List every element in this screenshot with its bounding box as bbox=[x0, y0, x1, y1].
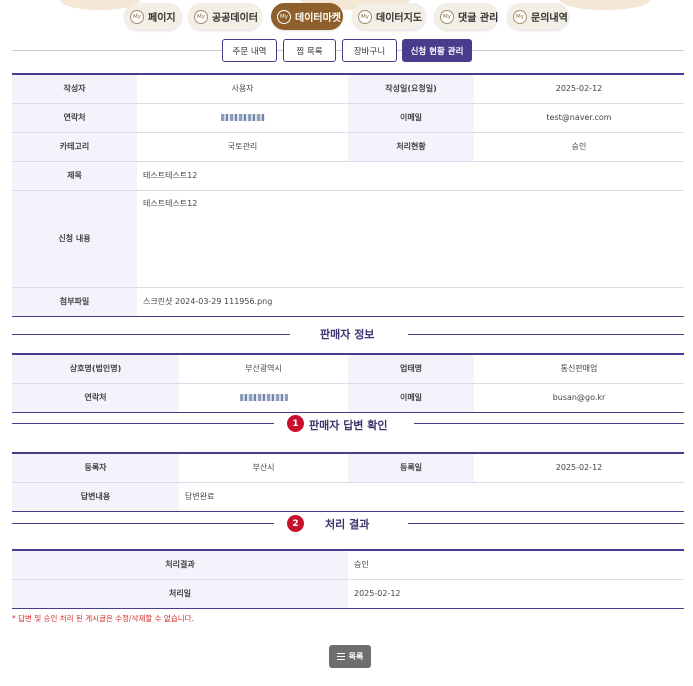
content-label: 신청 내용 bbox=[12, 190, 137, 288]
subtab-cart[interactable]: 장바구니 bbox=[342, 39, 397, 62]
step-badge-1: 1 bbox=[287, 415, 304, 432]
seller-info-heading: 판매자 정보 bbox=[12, 324, 684, 344]
table-row: 등록자 부산시 등록일 2025-02-12 bbox=[12, 452, 684, 483]
nav-tab-public-data[interactable]: My 공공데이터 bbox=[188, 3, 262, 30]
seller-reply-table: 등록자 부산시 등록일 2025-02-12 답변내용 답변완료 bbox=[12, 452, 684, 512]
company-label: 상호명(법인명) bbox=[12, 353, 179, 384]
category-label: 카테고리 bbox=[12, 132, 137, 162]
content-value: 테스트테스트12 bbox=[137, 190, 684, 288]
nav-tab-inquiries[interactable]: My 문의내역 bbox=[507, 3, 569, 30]
business-type-label: 업태명 bbox=[348, 353, 474, 384]
category-value: 국토관리 bbox=[137, 132, 348, 162]
processed-date-label: 처리일 bbox=[12, 579, 348, 609]
mypage-main-nav: My 페이지 My 공공데이터 My 데이터마켓 My 데이터지도 My 댓글 … bbox=[0, 3, 693, 30]
nav-tab-label: 데이터지도 bbox=[376, 13, 422, 24]
table-row: 처리일 2025-02-12 bbox=[12, 579, 684, 609]
my-icon: My bbox=[513, 9, 527, 24]
list-button[interactable]: 목록 bbox=[329, 645, 371, 668]
table-row: 카테고리 국토관리 처리현황 승인 bbox=[12, 132, 684, 162]
subject-value: 테스트테스트12 bbox=[137, 161, 684, 191]
reply-content-label: 답변내용 bbox=[12, 482, 179, 512]
step-badge-2: 2 bbox=[287, 515, 304, 532]
registrant-label: 등록자 bbox=[12, 452, 179, 483]
process-result-table: 처리결과 승인 처리일 2025-02-12 bbox=[12, 549, 684, 609]
seller-email-value: busan@go.kr bbox=[474, 383, 684, 413]
contact-value-redacted bbox=[137, 103, 348, 133]
table-row: 신청 내용 테스트테스트12 bbox=[12, 190, 684, 288]
result-value: 승인 bbox=[348, 549, 684, 580]
seller-info-table: 상호명(법인명) 부산광역시 업태명 통신판매업 연락처 이메일 busan@g… bbox=[12, 353, 684, 413]
request-date-label: 작성일(요청일) bbox=[348, 73, 474, 104]
company-value: 부산광역시 bbox=[179, 353, 348, 384]
registrant-value: 부산시 bbox=[179, 452, 348, 483]
edit-restriction-notice: * 답변 및 승인 처리 된 게시글은 수정/삭제할 수 없습니다. bbox=[12, 614, 194, 623]
my-icon: My bbox=[440, 9, 454, 24]
attachment-link[interactable]: 스크린샷 2024-03-29 111956.png bbox=[137, 287, 684, 317]
table-row: 처리결과 승인 bbox=[12, 549, 684, 580]
nav-tab-comments[interactable]: My 댓글 관리 bbox=[434, 3, 498, 30]
my-icon: My bbox=[358, 9, 372, 24]
status-label: 처리현황 bbox=[348, 132, 474, 162]
table-row: 상호명(법인명) 부산광역시 업태명 통신판매업 bbox=[12, 353, 684, 384]
request-date-value: 2025-02-12 bbox=[474, 73, 684, 104]
subtab-request-status[interactable]: 신청 현황 관리 bbox=[402, 39, 472, 62]
subtab-wishlist[interactable]: 찜 목록 bbox=[283, 39, 336, 62]
seller-contact-value-redacted bbox=[179, 383, 348, 413]
status-value: 승인 bbox=[474, 132, 684, 162]
redacted-phone bbox=[220, 114, 265, 121]
subtab-bar: 주문 내역 찜 목록 장바구니 신청 현황 관리 bbox=[0, 39, 693, 63]
email-label: 이메일 bbox=[348, 103, 474, 133]
request-detail-table: 작성자 사용자 작성일(요청일) 2025-02-12 연락처 이메일 test… bbox=[12, 73, 684, 317]
process-result-heading: 2 처리 결과 bbox=[12, 513, 684, 533]
seller-contact-label: 연락처 bbox=[12, 383, 179, 413]
nav-tab-label: 페이지 bbox=[148, 13, 176, 24]
table-row: 첨부파일 스크린샷 2024-03-29 111956.png bbox=[12, 287, 684, 317]
nav-tab-mypage[interactable]: My 페이지 bbox=[124, 3, 182, 30]
nav-tab-label: 문의내역 bbox=[531, 13, 568, 24]
table-row: 연락처 이메일 test@naver.com bbox=[12, 103, 684, 133]
my-icon: My bbox=[194, 9, 208, 24]
contact-label: 연락처 bbox=[12, 103, 137, 133]
section-title: 판매자 답변 확인 bbox=[309, 419, 388, 432]
subtab-order-history[interactable]: 주문 내역 bbox=[222, 39, 277, 62]
seller-reply-heading: 1 판매자 답변 확인 bbox=[12, 413, 684, 433]
table-row: 연락처 이메일 busan@go.kr bbox=[12, 383, 684, 413]
nav-tab-label: 댓글 관리 bbox=[458, 13, 499, 24]
email-value: test@naver.com bbox=[474, 103, 684, 133]
table-row: 제목 테스트테스트12 bbox=[12, 161, 684, 191]
subject-label: 제목 bbox=[12, 161, 137, 191]
result-label: 처리결과 bbox=[12, 549, 348, 580]
list-button-label: 목록 bbox=[348, 652, 364, 661]
my-icon: My bbox=[277, 9, 291, 24]
my-icon: My bbox=[130, 9, 144, 24]
menu-icon bbox=[336, 653, 345, 660]
registered-date-label: 등록일 bbox=[348, 452, 474, 483]
registered-date-value: 2025-02-12 bbox=[474, 452, 684, 483]
business-type-value: 통신판매업 bbox=[474, 353, 684, 384]
section-title: 처리 결과 bbox=[325, 518, 370, 531]
nav-tab-data-market[interactable]: My 데이터마켓 bbox=[271, 3, 343, 30]
table-row: 작성자 사용자 작성일(요청일) 2025-02-12 bbox=[12, 73, 684, 104]
redacted-phone bbox=[239, 394, 288, 401]
reply-content-value: 답변완료 bbox=[179, 482, 684, 512]
nav-tab-label: 공공데이터 bbox=[212, 13, 258, 24]
processed-date-value: 2025-02-12 bbox=[348, 579, 684, 609]
author-label: 작성자 bbox=[12, 73, 137, 104]
nav-tab-label: 데이터마켓 bbox=[295, 13, 341, 24]
nav-tab-data-map[interactable]: My 데이터지도 bbox=[352, 3, 426, 30]
seller-email-label: 이메일 bbox=[348, 383, 474, 413]
section-title: 판매자 정보 bbox=[320, 328, 375, 341]
author-value: 사용자 bbox=[137, 73, 348, 104]
table-row: 답변내용 답변완료 bbox=[12, 482, 684, 512]
attachment-label: 첨부파일 bbox=[12, 287, 137, 317]
